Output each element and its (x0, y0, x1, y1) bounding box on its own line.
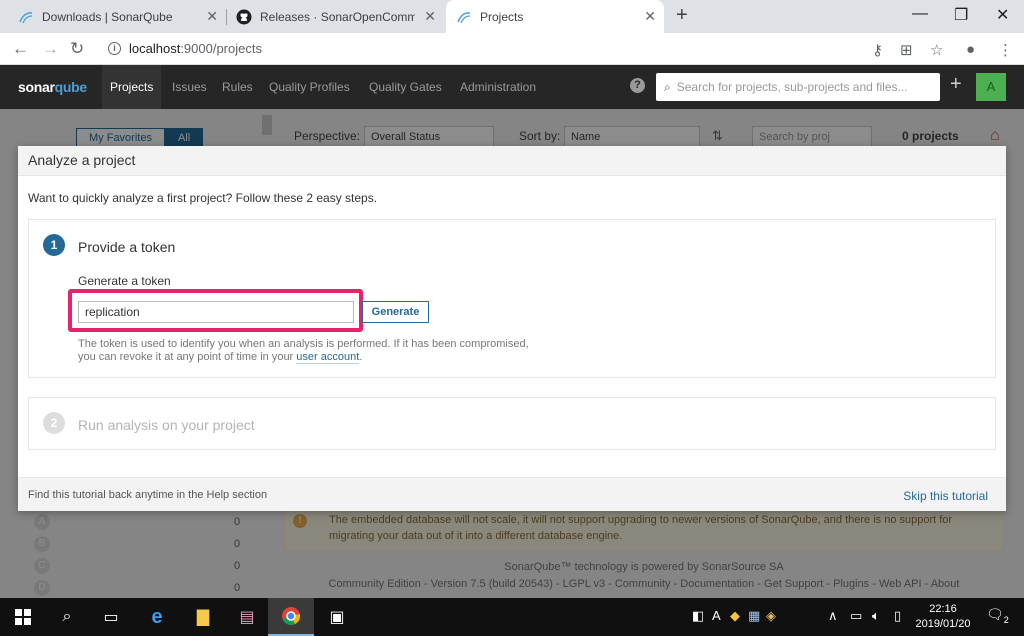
translate-icon[interactable]: ⊞ (900, 41, 913, 59)
github-icon (236, 9, 252, 24)
nav-projects[interactable]: Projects (102, 65, 162, 109)
step-number: 1 (43, 234, 65, 256)
skip-tutorial-link[interactable]: Skip this tutorial (903, 489, 988, 503)
info-icon[interactable]: i (108, 42, 121, 55)
windows-start-icon[interactable] (0, 598, 46, 636)
tab-title: Projects (480, 9, 524, 24)
help-line: The token is used to identify you when a… (78, 338, 529, 350)
step-provide-token: 1 Provide a token Generate a token Gener… (28, 219, 996, 378)
modal-footer: Find this tutorial back anytime in the H… (18, 477, 1006, 511)
nav-issues[interactable]: Issues (172, 80, 207, 94)
tray-keyboard-icon[interactable]: ▦ (748, 608, 760, 624)
browser-address-bar: ← → ↻ i localhost:9000/projects ⚷ ⊞ ☆ ● … (0, 33, 1024, 65)
logo-text: sonar (18, 79, 55, 95)
nav-rules[interactable]: Rules (222, 80, 253, 94)
ime-mode[interactable]: A (712, 608, 721, 623)
restore-icon[interactable]: ❐ (954, 5, 968, 25)
file-explorer-icon[interactable]: ▇ (180, 598, 226, 636)
tab-projects[interactable]: Projects ✕ (446, 0, 664, 33)
tutorial-hint: Find this tutorial back anytime in the H… (28, 489, 268, 501)
browser-tab-bar: Downloads | SonarQube ✕ Releases · Sonar… (0, 0, 1024, 33)
taskbar-clock[interactable]: 22:16 2019/01/20 (914, 602, 972, 632)
clock-time: 22:16 (929, 603, 957, 615)
minimize-icon[interactable]: — (912, 5, 928, 23)
token-help-text: The token is used to identify you when a… (78, 338, 529, 364)
menu-icon[interactable]: ⋮ (998, 41, 1013, 59)
modal-intro: Want to quickly analyze a first project?… (28, 191, 378, 205)
notification-count: 2 (1003, 614, 1009, 625)
step-title: Provide a token (78, 239, 176, 255)
close-icon[interactable]: ✕ (644, 8, 656, 25)
reload-icon[interactable]: ↻ (70, 39, 84, 59)
chrome-icon (282, 607, 301, 625)
profile-icon[interactable]: ● (966, 41, 975, 58)
tab-releases[interactable]: Releases · SonarOpenCommunity ✕ (226, 0, 444, 33)
tab-title: Downloads | SonarQube (42, 9, 173, 24)
help-suffix: . (359, 351, 363, 363)
windows-logo-icon (15, 609, 31, 625)
help-icon[interactable]: ? (630, 78, 645, 93)
internet-explorer-icon[interactable]: e (134, 598, 180, 636)
url-path: :9000/projects (180, 41, 262, 56)
tray-tool-icon[interactable]: ◈ (766, 608, 776, 624)
chrome-taskbar-icon[interactable] (268, 598, 314, 636)
key-icon[interactable]: ⚷ (872, 41, 883, 59)
token-name-input[interactable] (78, 301, 354, 323)
tab-downloads[interactable]: Downloads | SonarQube ✕ (8, 0, 226, 33)
tab-title: Releases · SonarOpenCommunity (260, 9, 415, 24)
step-number: 2 (43, 412, 65, 434)
search-placeholder: Search for projects, sub-projects and fi… (676, 80, 908, 94)
tray-ime-icon[interactable]: ◆ (730, 608, 740, 624)
tray-expand-icon[interactable]: ∧ (828, 608, 838, 624)
star-icon[interactable]: ☆ (930, 41, 943, 59)
nav-administration[interactable]: Administration (460, 80, 536, 94)
close-icon[interactable]: ✕ (206, 8, 218, 25)
back-icon[interactable]: ← (12, 39, 29, 59)
help-line: you can revoke it at any point of time i… (78, 351, 529, 364)
windows-taskbar: ⌕ ▭ e ▇ ▤ ▣ ◧ A ◆ ▦ ◈ ∧ ▭ 🔈︎ ▯ 22:16 201… (0, 598, 1024, 636)
notification-icon[interactable]: 🗨︎2 (986, 606, 1009, 625)
cmd-icon[interactable]: ▣ (314, 598, 360, 636)
url-host: localhost (129, 41, 181, 56)
sonarqube-icon (19, 11, 33, 23)
nav-quality-gates[interactable]: Quality Gates (369, 80, 442, 94)
close-icon[interactable]: ✕ (424, 8, 436, 25)
step-title: Run analysis on your project (78, 417, 255, 433)
battery-icon[interactable]: ▭ (850, 608, 862, 624)
window-close-icon[interactable]: ✕ (996, 5, 1009, 25)
sonarqube-icon (457, 11, 471, 23)
global-search-input[interactable]: ⌕ Search for projects, sub-projects and … (656, 73, 940, 101)
sonarqube-logo[interactable]: sonarqube (18, 79, 87, 95)
clock-date: 2019/01/20 (915, 618, 971, 630)
search-icon: ⌕ (664, 79, 671, 94)
url-field[interactable]: i localhost:9000/projects (108, 41, 262, 56)
new-tab-icon[interactable]: + (676, 4, 688, 27)
generate-token-label: Generate a token (78, 274, 171, 288)
task-view-icon[interactable]: ▭ (88, 598, 134, 636)
logo-text-accent: qube (54, 79, 88, 95)
analyze-project-modal: Analyze a project Want to quickly analyz… (18, 146, 1006, 511)
tray-app-icon[interactable]: ◧ (692, 608, 704, 624)
network-icon[interactable]: ▯ (894, 608, 901, 624)
create-plus-icon[interactable]: + (950, 73, 962, 96)
nav-quality-profiles[interactable]: Quality Profiles (269, 80, 350, 94)
generate-button[interactable]: Generate (362, 301, 429, 323)
avatar[interactable]: A (976, 73, 1006, 101)
user-account-link[interactable]: user account (296, 351, 360, 364)
sonarqube-navbar: sonarqube Projects Issues Rules Quality … (0, 65, 1024, 109)
volume-icon[interactable]: 🔈︎ (872, 608, 880, 624)
taskbar-search-icon[interactable]: ⌕ (44, 598, 90, 636)
step-run-analysis: 2 Run analysis on your project (28, 397, 996, 450)
forward-icon[interactable]: → (42, 39, 59, 59)
modal-title: Analyze a project (18, 146, 1006, 176)
help-prefix: you can revoke it at any point of time i… (78, 351, 297, 363)
notepad-icon[interactable]: ▤ (224, 598, 270, 636)
